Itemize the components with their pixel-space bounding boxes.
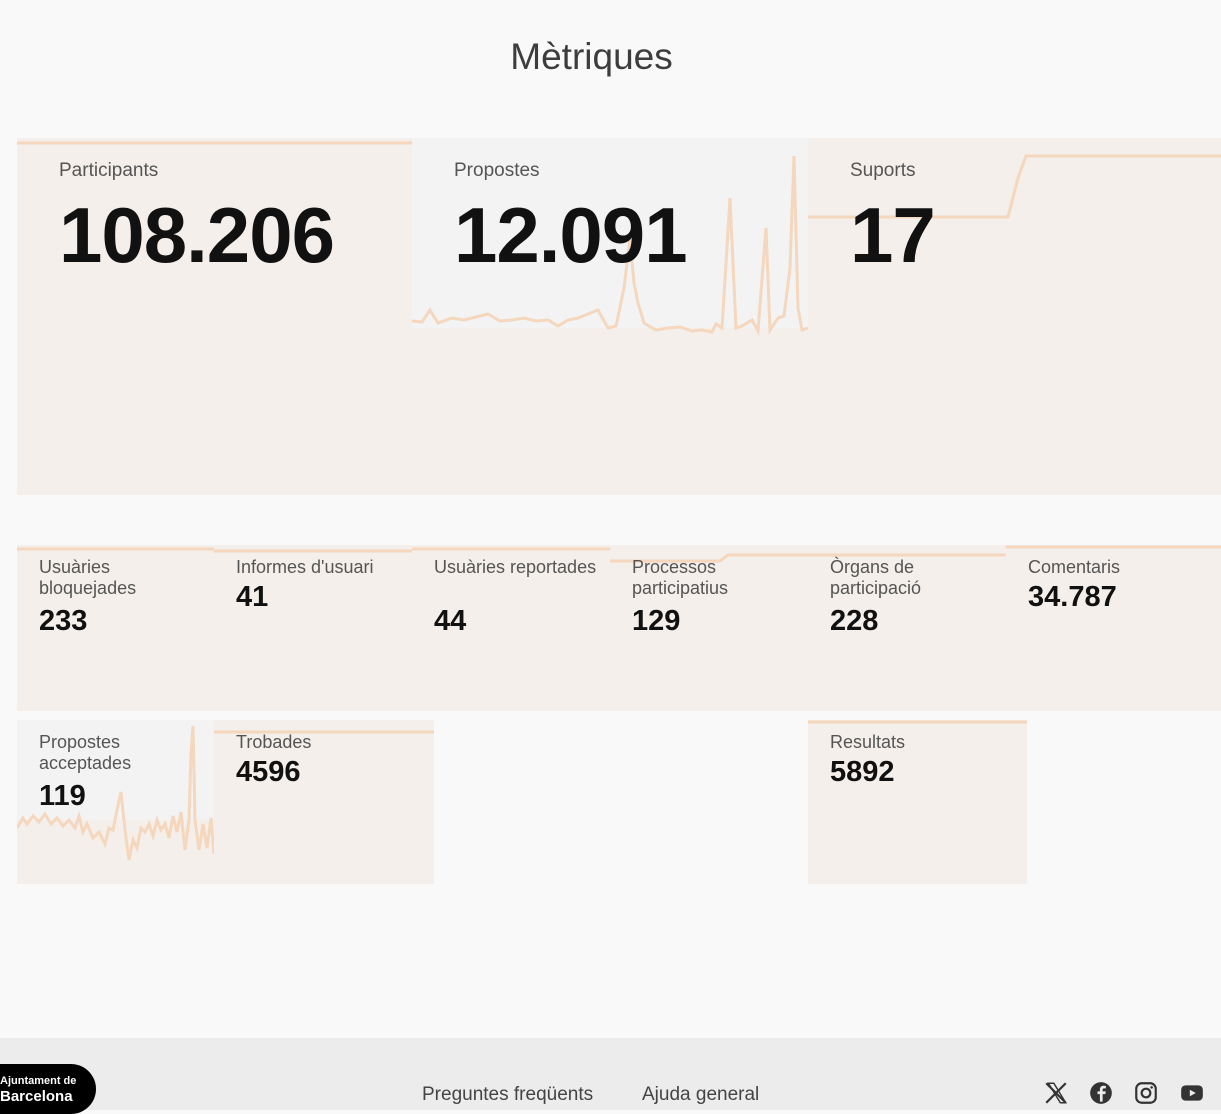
metric-label: Propostes (454, 160, 540, 181)
footer-link-help[interactable]: Ajuda general (642, 1084, 759, 1106)
facebook-icon[interactable] (1088, 1080, 1114, 1106)
metric-label: Informes d'usuari (236, 557, 374, 577)
metric-label: Processos participatius (632, 557, 729, 599)
metric-label: Usuàries bloquejades (39, 557, 137, 599)
metric-label: Propostes acceptades (39, 732, 132, 774)
metric-card-organs-participacio[interactable]: Òrgans de participació 228 (808, 545, 1006, 711)
metric-label: Suports (850, 160, 916, 181)
metric-card-trobades[interactable]: Trobades 4596 (214, 720, 434, 884)
metric-value: 233 (39, 605, 88, 637)
metric-card-processos-participatius[interactable]: Processos participatius 129 (610, 545, 808, 711)
metric-value: 44 (434, 605, 467, 637)
metric-value: 34.787 (1028, 581, 1117, 613)
footer: Ajuntament de Barcelona Preguntes freqüe… (0, 1038, 1221, 1114)
metric-value: 119 (39, 780, 86, 812)
metric-label: Òrgans de participació (830, 557, 922, 599)
ajuntament-logo[interactable]: Ajuntament de Barcelona (0, 1064, 96, 1114)
metric-label: Trobades (236, 732, 312, 752)
metric-value: 4596 (236, 756, 301, 788)
metric-card-propostes[interactable]: Propostes 12.091 (412, 138, 808, 495)
metric-card-usuaries-bloquejades[interactable]: Usuàries bloquejades 233 (17, 545, 214, 711)
metric-value: 5892 (830, 756, 895, 788)
metric-value: 12.091 (454, 191, 688, 279)
metric-label: Resultats (830, 732, 906, 752)
x-icon[interactable] (1043, 1080, 1069, 1106)
metric-card-usuaries-reportades[interactable]: Usuàries reportades 44 (412, 545, 610, 711)
page-title: Mètriques (510, 36, 673, 77)
metric-card-suports[interactable]: Suports 17 (808, 138, 1221, 495)
metric-card-informes-usuari[interactable]: Informes d'usuari 41 (214, 545, 412, 711)
metric-value: 129 (632, 605, 681, 637)
footer-link-faq[interactable]: Preguntes freqüents (422, 1084, 593, 1106)
metric-card-participants[interactable]: Participants 108.206 (17, 138, 412, 495)
logo-line1: Ajuntament de (0, 1075, 77, 1087)
metric-value: 41 (236, 581, 269, 613)
instagram-icon[interactable] (1133, 1080, 1159, 1106)
metric-label: Participants (59, 160, 159, 181)
metric-value: 17 (850, 191, 936, 279)
metric-value: 108.206 (59, 191, 335, 279)
metric-card-propostes-acceptades[interactable]: Propostes acceptades 119 (17, 720, 214, 884)
metric-label: Comentaris (1028, 557, 1121, 577)
metric-card-comentaris[interactable]: Comentaris 34.787 (1006, 545, 1221, 711)
metric-card-resultats[interactable]: Resultats 5892 (808, 720, 1027, 884)
metric-label: Usuàries reportades (434, 557, 597, 577)
logo-line2: Barcelona (0, 1088, 73, 1105)
youtube-icon[interactable] (1179, 1080, 1205, 1106)
metric-value: 228 (830, 605, 879, 637)
